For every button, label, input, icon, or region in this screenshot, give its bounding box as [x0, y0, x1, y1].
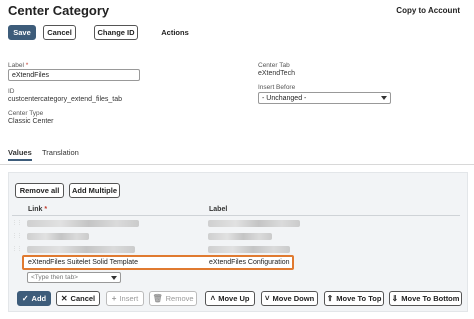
id-value: custcentercategory_extend_files_tab: [8, 96, 123, 103]
move-down-label: Move Down: [272, 294, 315, 303]
tabs-divider: [0, 164, 474, 165]
copy-to-account-link[interactable]: Copy to Account: [396, 6, 460, 15]
move-to-bottom-label: Move To Bottom: [401, 294, 460, 303]
move-up-button[interactable]: ˄ Move Up: [205, 291, 255, 306]
trash-icon: 🗑: [152, 293, 163, 303]
insert-before-select[interactable]: - Unchanged -: [258, 92, 391, 104]
drag-handle-icon[interactable]: ⋮⋮: [12, 246, 22, 252]
new-link-placeholder: <Type then tab>: [31, 274, 78, 281]
center-tab-label: Center Tab: [258, 62, 290, 69]
remove-row-label: Remove: [165, 294, 194, 303]
column-header-link: Link *: [28, 206, 47, 213]
add-multiple-button[interactable]: Add Multiple: [69, 183, 120, 198]
tab-values[interactable]: Values: [8, 148, 32, 161]
move-to-top-label: Move To Top: [336, 294, 382, 303]
cancel-row-label: Cancel: [70, 294, 96, 303]
save-button[interactable]: Save: [8, 25, 36, 40]
move-up-label: Move Up: [218, 294, 250, 303]
change-id-button[interactable]: Change ID: [94, 25, 138, 40]
chevron-down-icon: [111, 276, 117, 280]
label-field-label: Label *: [8, 62, 28, 69]
chevron-up-icon: ˄: [210, 293, 216, 303]
drag-handle-icon[interactable]: ⋮⋮: [12, 220, 22, 226]
highlighted-table-row[interactable]: eXtendFiles Suitelet Solid Template eXte…: [22, 255, 294, 270]
move-to-bottom-button[interactable]: ⇓ Move To Bottom: [389, 291, 462, 306]
insert-before-label: Insert Before: [258, 84, 296, 91]
drag-handle-icon[interactable]: ⋮⋮: [12, 233, 22, 239]
obscured-label: [208, 220, 300, 227]
close-icon: ✕: [60, 293, 68, 303]
new-link-select[interactable]: <Type then tab>: [27, 272, 121, 283]
actions-menu[interactable]: Actions: [160, 25, 190, 40]
row-label-value: eXtendFiles Configuration: [209, 259, 290, 266]
insert-row-button[interactable]: + Insert: [106, 291, 144, 306]
insert-before-selected: - Unchanged -: [262, 95, 307, 102]
insert-row-label: Insert: [119, 294, 139, 303]
add-row-button[interactable]: ✓ Add: [17, 291, 51, 306]
check-icon: ✓: [21, 293, 29, 303]
double-chevron-up-icon: ⇑: [326, 293, 334, 303]
label-input[interactable]: eXtendFiles: [8, 69, 140, 81]
table-row[interactable]: ⋮⋮: [12, 217, 460, 230]
id-field-label: ID: [8, 88, 15, 95]
center-tab-value: eXtendTech: [258, 70, 295, 77]
grid-header-divider: [12, 215, 460, 216]
table-row[interactable]: ⋮⋮: [12, 230, 460, 243]
chevron-down-icon: ˅: [264, 293, 270, 303]
column-header-link-text: Link: [28, 206, 43, 213]
double-chevron-down-icon: ⇓: [391, 293, 399, 303]
cancel-row-button[interactable]: ✕ Cancel: [56, 291, 100, 306]
obscured-link: [27, 233, 89, 240]
chevron-down-icon: [381, 96, 387, 100]
center-type-value: Classic Center: [8, 118, 54, 125]
required-marker: *: [25, 62, 29, 69]
plus-icon: +: [111, 293, 117, 303]
remove-row-button[interactable]: 🗑 Remove: [149, 291, 197, 306]
obscured-label: [208, 246, 290, 253]
move-to-top-button[interactable]: ⇑ Move To Top: [324, 291, 384, 306]
remove-all-button[interactable]: Remove all: [15, 183, 64, 198]
column-header-label: Label: [209, 206, 228, 213]
label-field-label-text: Label: [8, 62, 24, 69]
cancel-button[interactable]: Cancel: [43, 25, 76, 40]
move-down-button[interactable]: ˅ Move Down: [261, 291, 318, 306]
tab-translation[interactable]: Translation: [42, 148, 79, 157]
row-link-value: eXtendFiles Suitelet Solid Template: [28, 259, 138, 266]
obscured-link: [27, 246, 135, 253]
obscured-link: [27, 220, 139, 227]
center-type-label: Center Type: [8, 110, 44, 117]
required-marker: *: [44, 206, 48, 213]
add-row-label: Add: [31, 294, 47, 303]
obscured-label: [208, 233, 272, 240]
page-title: Center Category: [8, 3, 110, 18]
